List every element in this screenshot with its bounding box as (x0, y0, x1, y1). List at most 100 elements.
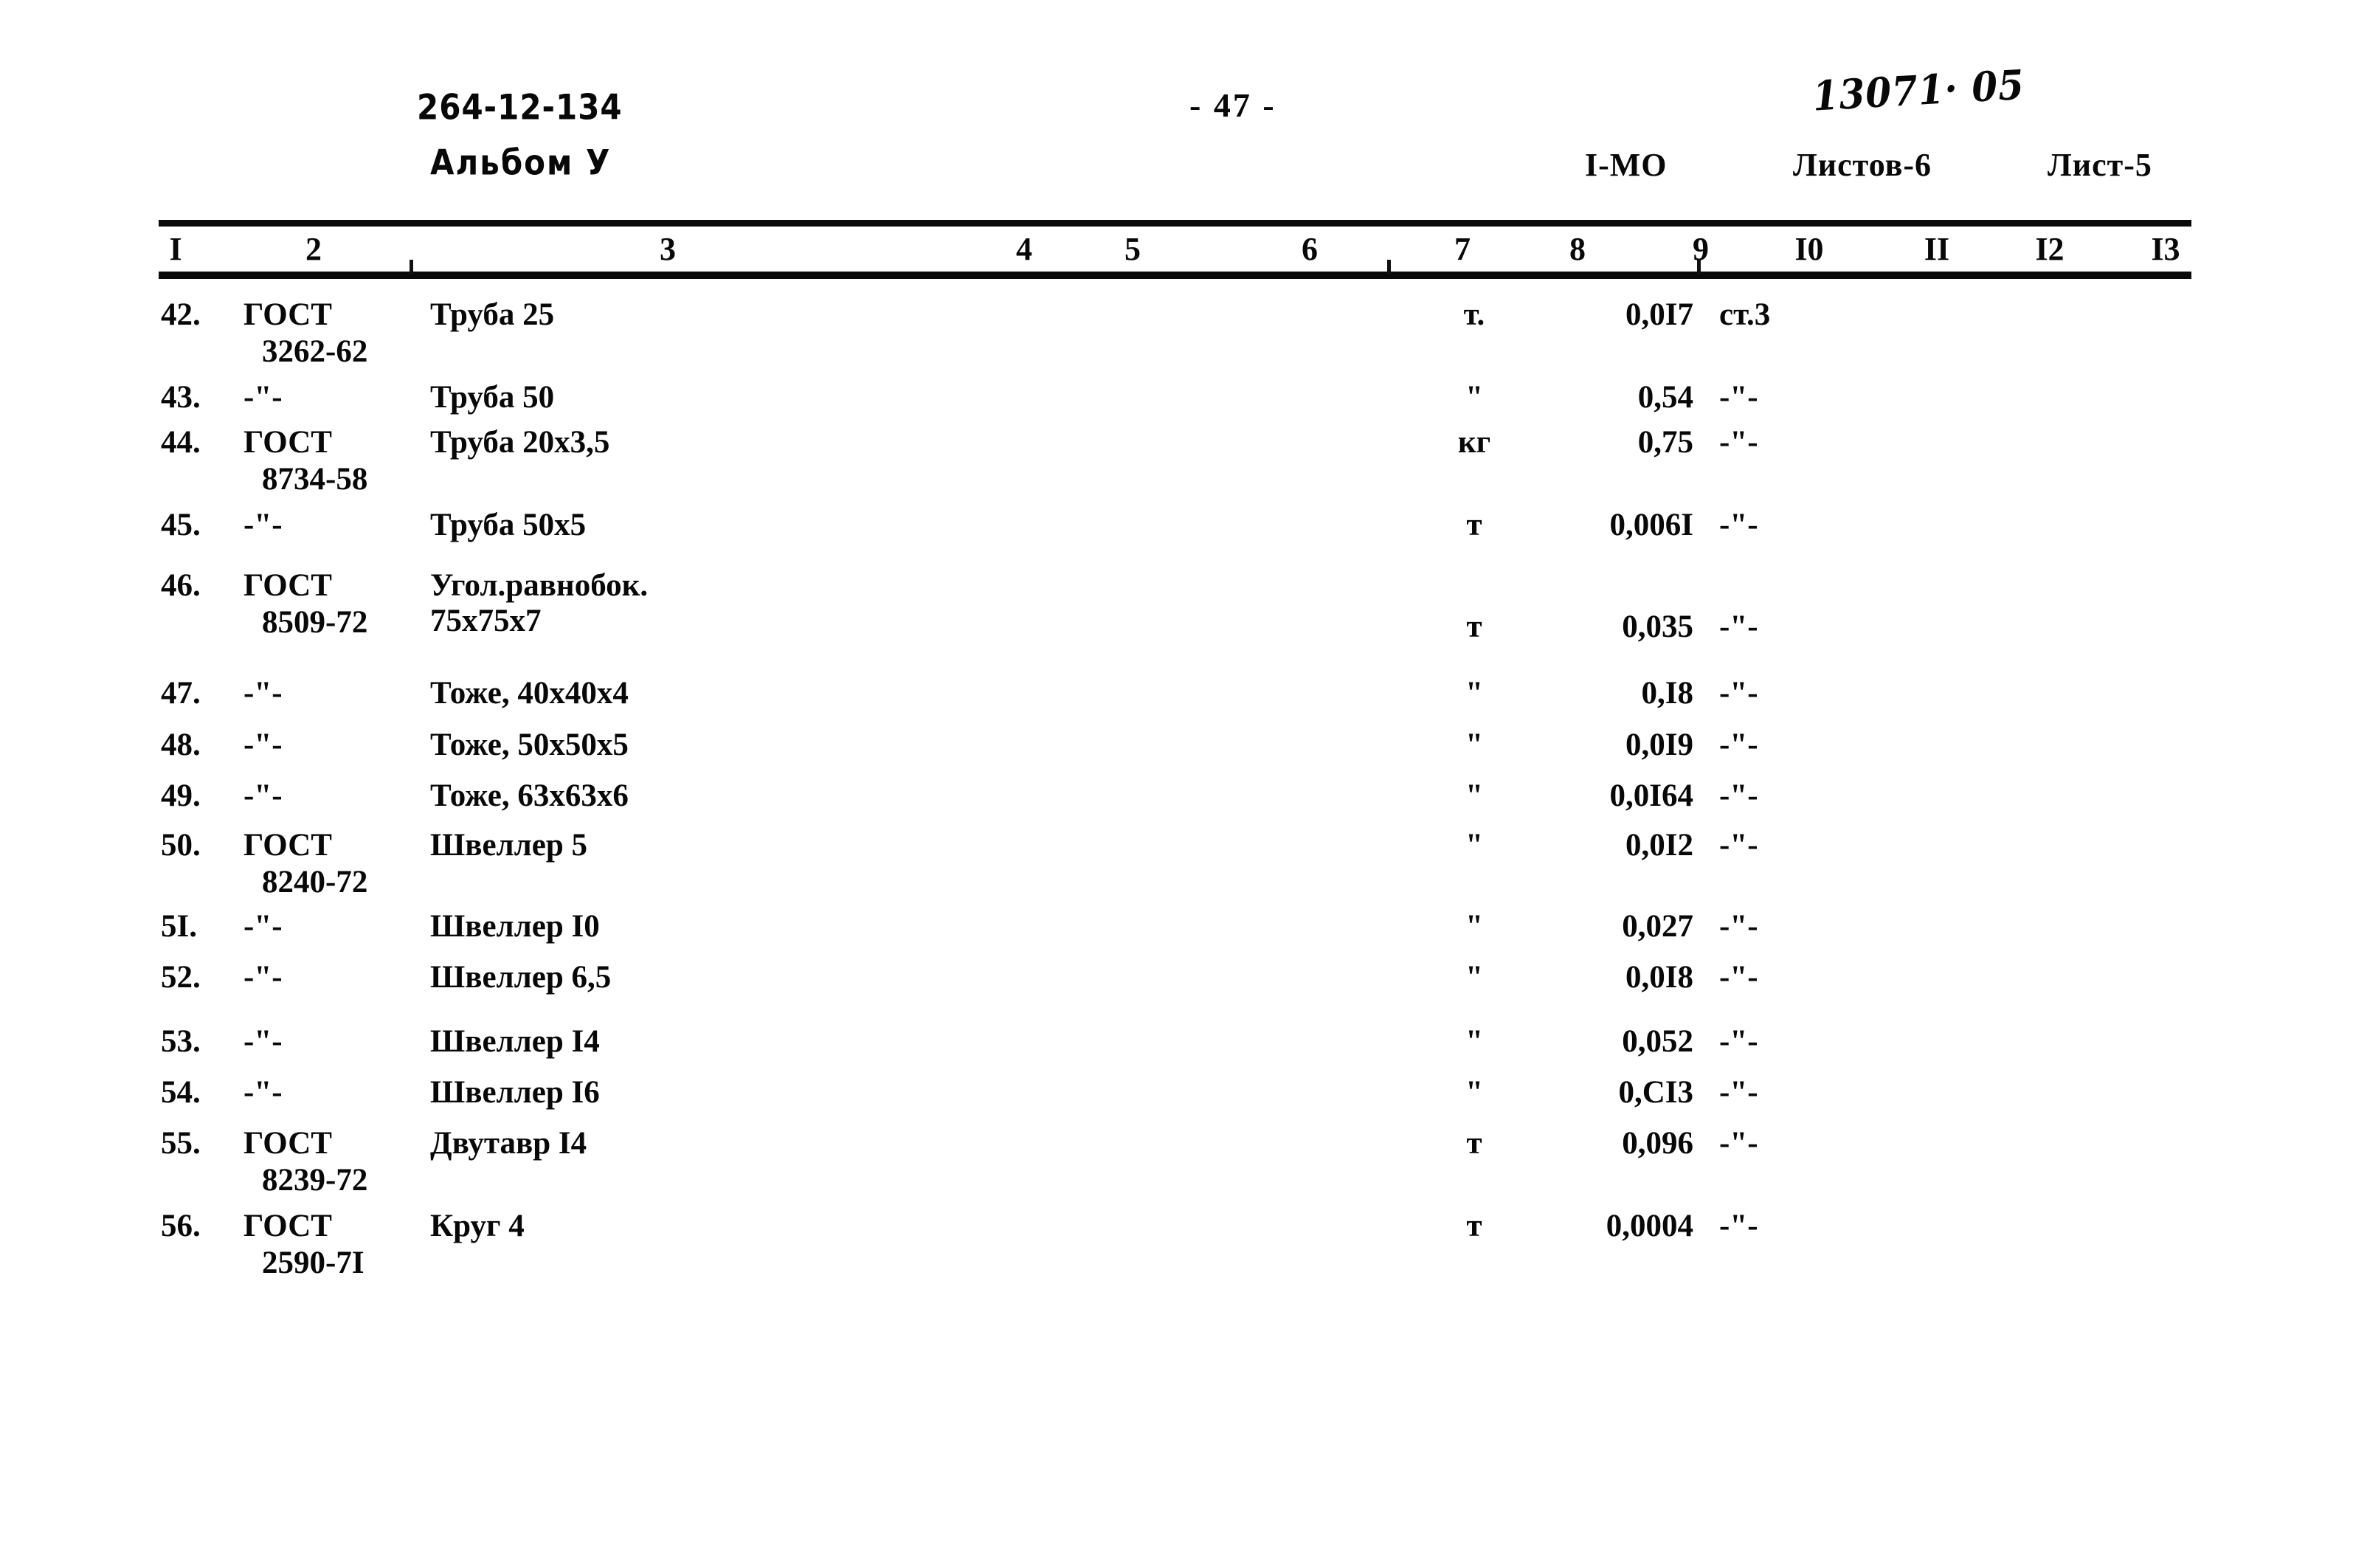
material-cell: -"- (1719, 1075, 1758, 1110)
quantity-cell: 0,54 (1637, 380, 1693, 415)
column-header-6: 6 (1302, 231, 1318, 267)
unit-cell: " (1465, 960, 1483, 995)
rule-tick (1387, 260, 1391, 274)
item-name-cell: Труба 50 (430, 380, 555, 415)
quantity-cell: 0,0I8 (1625, 960, 1693, 995)
row-index-cell: 45. (161, 508, 201, 542)
standard-cell: -"- (243, 380, 283, 415)
unit-cell: " (1465, 676, 1483, 711)
standard-number-cell: 8240-72 (262, 865, 368, 899)
material-cell: ст.3 (1719, 297, 1771, 332)
rule-tick (1697, 260, 1701, 274)
material-cell: -"- (1719, 380, 1758, 415)
row-index-cell: 42. (161, 297, 201, 332)
column-header-2: 2 (305, 231, 322, 267)
standard-number-cell: 8509-72 (262, 605, 368, 640)
standard-number-cell: 3262-62 (262, 334, 368, 369)
row-index-cell: 52. (161, 960, 201, 995)
item-name-cell: Угол.равнобок. (430, 568, 649, 603)
standard-cell: -"- (243, 909, 283, 944)
quantity-cell: 0,0I7 (1625, 297, 1693, 332)
material-cell: -"- (1719, 828, 1758, 863)
item-name-cell: Труба 25 (430, 297, 555, 332)
row-index-cell: 5I. (161, 909, 197, 944)
column-header-3: 3 (660, 231, 676, 267)
standard-cell: -"- (243, 728, 283, 762)
material-cell: -"- (1719, 1209, 1758, 1243)
quantity-cell: 0,CI3 (1618, 1075, 1693, 1110)
item-name-cell: Швеллер 5 (430, 828, 588, 863)
standard-cell: ГОСТ (243, 425, 332, 460)
scanned-document-page: 264-12-134 Альбом У - 47 - 13071· 05 I-М… (0, 0, 2353, 1568)
table-header-bottom-rule (159, 272, 2191, 279)
item-name-cell: Швеллер I0 (430, 909, 600, 944)
sheets-total: Листов-6 (1793, 147, 1932, 183)
section-code: I-МО (1585, 147, 1668, 183)
standard-cell: -"- (243, 778, 283, 813)
unit-cell: т (1466, 609, 1482, 644)
unit-cell: " (1465, 380, 1483, 415)
quantity-cell: 0,0I2 (1625, 828, 1693, 863)
row-index-cell: 50. (161, 828, 201, 863)
material-cell: -"- (1719, 909, 1758, 944)
column-header-I2: I2 (2035, 231, 2065, 267)
column-header-5: 5 (1124, 231, 1141, 267)
quantity-cell: 0,096 (1622, 1126, 1693, 1161)
column-header-4: 4 (1016, 231, 1032, 267)
unit-cell: " (1465, 1024, 1483, 1059)
material-cell: -"- (1719, 425, 1758, 460)
row-index-cell: 53. (161, 1024, 201, 1059)
table-top-rule (159, 220, 2191, 227)
quantity-cell: 0,006I (1609, 508, 1693, 542)
row-index-cell: 54. (161, 1075, 201, 1110)
material-cell: -"- (1719, 960, 1758, 995)
column-header-9: 9 (1693, 231, 1709, 267)
quantity-cell: 0,052 (1622, 1024, 1693, 1059)
quantity-cell: 0,75 (1637, 425, 1693, 460)
unit-cell: " (1465, 778, 1483, 813)
item-name-cell: Труба 20х3,5 (430, 425, 610, 460)
standard-number-cell: 2590-7I (262, 1246, 364, 1280)
sheet-current: Лист-5 (2048, 147, 2152, 183)
row-index-cell: 47. (161, 676, 201, 711)
column-header-I3: I3 (2151, 231, 2180, 267)
quantity-cell: 0,0I9 (1625, 728, 1693, 762)
standard-number-cell: 8239-72 (262, 1163, 368, 1198)
unit-cell: " (1465, 1075, 1483, 1110)
quantity-cell: 0,0I64 (1609, 778, 1693, 813)
material-cell: -"- (1719, 1126, 1758, 1161)
document-code: 264-12-134 (417, 87, 623, 128)
quantity-cell: 0,035 (1622, 609, 1693, 644)
unit-cell: т (1466, 508, 1482, 542)
material-cell: -"- (1719, 728, 1758, 762)
item-name-cell: Тоже, 40х40х4 (430, 676, 629, 711)
item-name-cell: Тоже, 63х63х6 (430, 778, 629, 813)
material-cell: -"- (1719, 508, 1758, 542)
quantity-cell: 0,027 (1622, 909, 1693, 944)
quantity-cell: 0,0004 (1606, 1209, 1693, 1243)
material-cell: -"- (1719, 676, 1758, 711)
standard-cell: -"- (243, 1024, 283, 1059)
item-name-cell-line2: 75х75х7 (430, 604, 542, 638)
row-index-cell: 43. (161, 380, 201, 415)
item-name-cell: Тоже, 50х50х5 (430, 728, 629, 762)
standard-cell: ГОСТ (243, 828, 332, 863)
rule-tick (410, 260, 413, 274)
standard-cell: ГОСТ (243, 297, 332, 332)
item-name-cell: Швеллер I6 (430, 1075, 600, 1110)
handwritten-archive-code: 13071· 05 (1811, 60, 2026, 120)
item-name-cell: Круг 4 (430, 1209, 525, 1243)
page-number: - 47 - (1189, 86, 1276, 124)
unit-cell: " (1465, 909, 1483, 944)
standard-cell: -"- (243, 1075, 283, 1110)
row-index-cell: 48. (161, 728, 201, 762)
standard-cell: -"- (243, 676, 283, 711)
quantity-cell: 0,I8 (1641, 676, 1693, 711)
row-index-cell: 46. (161, 568, 201, 603)
column-header-I: I (169, 231, 182, 267)
album-label: Альбом У (430, 142, 612, 183)
column-header-II: II (1924, 231, 1950, 267)
item-name-cell: Двутавр I4 (430, 1126, 587, 1161)
unit-cell: т (1466, 1209, 1482, 1243)
item-name-cell: Швеллер 6,5 (430, 960, 612, 995)
